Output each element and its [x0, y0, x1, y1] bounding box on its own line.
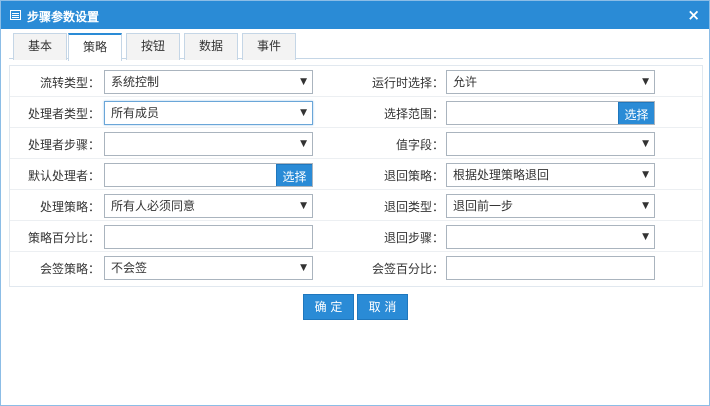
strategy-percent-input[interactable]	[104, 225, 313, 249]
handler-step-select[interactable]: ▼	[104, 132, 313, 156]
return-type-select[interactable]: 退回前一步 ▼	[446, 194, 655, 218]
tab-strategy[interactable]: 策略	[68, 33, 122, 61]
chevron-down-icon: ▼	[642, 170, 649, 180]
title-bar[interactable]: 步骤参数设置 ×	[1, 1, 709, 29]
form-row: 策略百分比： 退回步骤： ▼	[10, 221, 702, 252]
close-icon[interactable]: ×	[687, 6, 700, 24]
value-field-label: 值字段：	[395, 138, 444, 152]
runtime-select-value: 允许	[453, 75, 478, 89]
form-row: 默认处理者： 选择 退回策略： 根据处理策略退回 ▼	[10, 159, 702, 190]
chevron-down-icon: ▼	[300, 263, 307, 273]
chevron-down-icon: ▼	[642, 232, 649, 242]
flow-type-select[interactable]: 系统控制 ▼	[104, 70, 313, 94]
handler-type-value: 所有成员	[111, 106, 160, 120]
step-params-dialog: 步骤参数设置 × 基本 策略 按钮 数据 事件 流转类型： 系统控制 ▼ 运行时…	[0, 0, 710, 406]
countersign-percent-label: 会签百分比：	[371, 262, 444, 276]
runtime-select-select[interactable]: 允许 ▼	[446, 70, 655, 94]
flow-type-value: 系统控制	[111, 75, 160, 89]
return-strategy-value: 根据处理策略退回	[453, 168, 550, 182]
chevron-down-icon: ▼	[300, 77, 307, 87]
runtime-select-label: 运行时选择：	[371, 76, 444, 90]
dialog-title: 步骤参数设置	[27, 10, 100, 24]
return-type-value: 退回前一步	[453, 199, 514, 213]
default-handler-label: 默认处理者：	[27, 169, 100, 183]
form-row: 处理策略： 所有人必须同意 ▼ 退回类型： 退回前一步 ▼	[10, 190, 702, 221]
select-range-button[interactable]: 选择	[618, 102, 654, 124]
tab-basic[interactable]: 基本	[13, 33, 67, 60]
chevron-down-icon: ▼	[300, 108, 307, 118]
handling-strategy-value: 所有人必须同意	[111, 199, 196, 213]
return-type-label: 退回类型：	[383, 200, 444, 214]
window-icon	[10, 10, 21, 20]
value-field-select[interactable]: ▼	[446, 132, 655, 156]
chevron-down-icon: ▼	[642, 139, 649, 149]
handler-type-label: 处理者类型：	[27, 107, 100, 121]
default-handler-input[interactable]: 选择	[104, 163, 313, 187]
form-row: 会签策略： 不会签 ▼ 会签百分比：	[10, 252, 702, 283]
select-range-label: 选择范围：	[383, 107, 444, 121]
chevron-down-icon: ▼	[642, 201, 649, 211]
tab-bar: 基本 策略 按钮 数据 事件	[9, 31, 703, 61]
return-strategy-select[interactable]: 根据处理策略退回 ▼	[446, 163, 655, 187]
handling-strategy-label: 处理策略：	[39, 200, 100, 214]
countersign-strategy-label: 会签策略：	[39, 262, 100, 276]
countersign-strategy-value: 不会签	[111, 261, 148, 275]
tab-events[interactable]: 事件	[242, 33, 296, 60]
default-handler-button[interactable]: 选择	[276, 164, 312, 186]
strategy-form: 流转类型： 系统控制 ▼ 运行时选择： 允许 ▼ 处理者类型： 所有成员 ▼ 选…	[9, 65, 703, 287]
handling-strategy-select[interactable]: 所有人必须同意 ▼	[104, 194, 313, 218]
countersign-percent-input[interactable]	[446, 256, 655, 280]
tab-buttons[interactable]: 按钮	[126, 33, 180, 60]
strategy-percent-label: 策略百分比：	[27, 231, 100, 245]
chevron-down-icon: ▼	[642, 77, 649, 87]
return-step-select[interactable]: ▼	[446, 225, 655, 249]
countersign-strategy-select[interactable]: 不会签 ▼	[104, 256, 313, 280]
handler-type-select[interactable]: 所有成员 ▼	[104, 101, 313, 125]
select-range-input[interactable]: 选择	[446, 101, 655, 125]
chevron-down-icon: ▼	[300, 201, 307, 211]
cancel-button[interactable]: 取 消	[357, 294, 408, 320]
return-step-label: 退回步骤：	[383, 231, 444, 245]
flow-type-label: 流转类型：	[39, 76, 100, 90]
tab-data[interactable]: 数据	[184, 33, 238, 60]
handler-step-label: 处理者步骤：	[27, 138, 100, 152]
form-row: 处理者步骤： ▼ 值字段： ▼	[10, 128, 702, 159]
return-strategy-label: 退回策略：	[383, 169, 444, 183]
ok-button[interactable]: 确 定	[303, 294, 354, 320]
chevron-down-icon: ▼	[300, 139, 307, 149]
form-row: 流转类型： 系统控制 ▼ 运行时选择： 允许 ▼	[10, 66, 702, 97]
form-row: 处理者类型： 所有成员 ▼ 选择范围： 选择	[10, 97, 702, 128]
